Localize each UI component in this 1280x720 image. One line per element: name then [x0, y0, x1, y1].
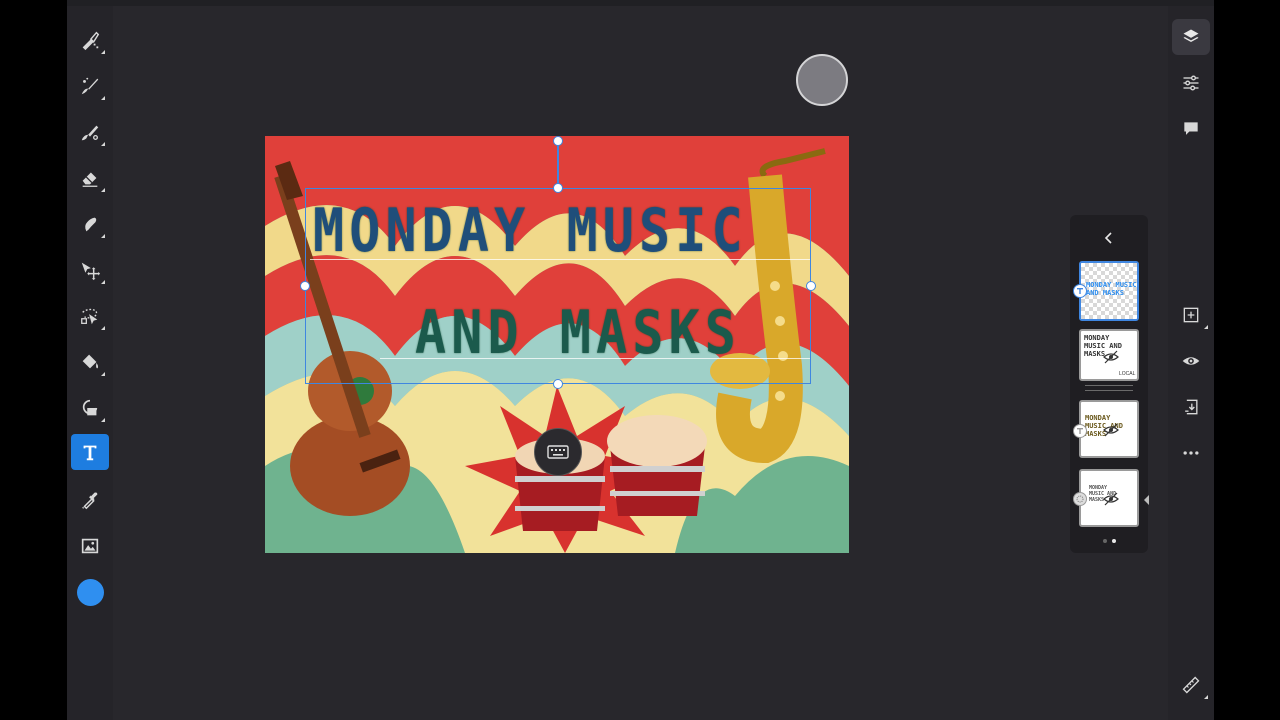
move-tool[interactable] — [71, 252, 109, 288]
eyedropper-icon — [82, 492, 98, 510]
eraser-icon — [82, 172, 98, 187]
live-brush-icon — [81, 77, 99, 95]
text-type-icon — [1077, 428, 1083, 434]
ruler-icon — [1182, 676, 1200, 694]
properties-icon — [1183, 75, 1199, 91]
merge-down-button[interactable] — [1172, 389, 1210, 425]
left-toolbar — [67, 6, 113, 720]
layer-thumbnail[interactable]: MONDAY MUSIC AND MASKS — [1079, 469, 1139, 527]
vector-brush-icon — [81, 125, 99, 141]
shape-tool[interactable] — [71, 390, 109, 426]
vector-brush-tool[interactable] — [71, 114, 109, 150]
keyboard-button[interactable] — [534, 428, 582, 476]
text-selection-box[interactable] — [305, 188, 811, 384]
resize-handle-bottom[interactable] — [553, 379, 563, 389]
pattern-icon — [1076, 495, 1084, 503]
pixel-brush-tool[interactable] — [71, 22, 109, 58]
page-dot[interactable] — [1103, 539, 1107, 543]
add-layer-icon — [1183, 307, 1199, 323]
eyedropper-tool[interactable] — [71, 482, 109, 518]
touch-indicator — [796, 54, 848, 106]
shape-icon — [82, 399, 98, 416]
page-dot-active[interactable] — [1112, 539, 1116, 543]
image-tool[interactable] — [71, 528, 109, 564]
hidden-eye-icon — [1103, 423, 1119, 437]
keyboard-icon — [547, 445, 569, 459]
layer-type-badge — [1073, 492, 1087, 506]
layers-icon — [1183, 29, 1199, 42]
text-type-icon — [1077, 288, 1083, 294]
layer-thumbnail[interactable]: MONDAY MUSIC AND MASKS — [1079, 400, 1139, 458]
resize-handle-right[interactable] — [806, 281, 816, 291]
visibility-button[interactable] — [1172, 343, 1210, 379]
rotation-stem — [557, 141, 559, 188]
layer-divider — [1085, 385, 1133, 386]
layers-button[interactable] — [1172, 19, 1210, 55]
text-layer-badge — [1073, 284, 1087, 298]
pixel-brush-icon — [82, 31, 100, 51]
layer-thumbnail[interactable]: MONDAY MUSIC AND MASKS LOCAL — [1079, 329, 1139, 381]
fill-icon — [82, 354, 99, 369]
layer-thumbnail[interactable]: MONDAY MUSIC AND MASKS — [1079, 261, 1139, 321]
page-indicator — [1103, 539, 1116, 543]
selection-icon — [81, 308, 98, 325]
layer-thumb-text: MONDAY MUSIC AND MASKS — [1086, 281, 1137, 297]
merge-down-icon — [1185, 399, 1198, 415]
properties-button[interactable] — [1172, 65, 1210, 101]
add-layer-button[interactable] — [1172, 297, 1210, 333]
current-color-swatch[interactable] — [77, 579, 104, 606]
text-icon — [83, 445, 97, 461]
layer-label: LOCAL — [1119, 371, 1136, 377]
image-icon — [81, 538, 99, 554]
collapse-panel-button[interactable] — [1098, 227, 1120, 249]
layer-divider — [1085, 390, 1133, 391]
panel-expand-arrow[interactable] — [1144, 495, 1149, 505]
top-bar — [67, 0, 1214, 6]
resize-handle-left[interactable] — [300, 281, 310, 291]
editor-screen: MONDAY MUSIC AND MASKS MONDAY MUSIC AND … — [67, 0, 1214, 720]
layers-panel: MONDAY MUSIC AND MASKS MONDAY MUSIC AND … — [1070, 215, 1149, 553]
resize-handle-top[interactable] — [553, 183, 563, 193]
visibility-icon — [1182, 357, 1200, 365]
chevron-left-icon — [1104, 232, 1112, 244]
comments-icon — [1184, 122, 1198, 135]
app-window: MONDAY MUSIC AND MASKS MONDAY MUSIC AND … — [0, 0, 1280, 720]
text-layer-badge — [1073, 424, 1087, 438]
more-options-button[interactable] — [1172, 435, 1210, 471]
more-icon — [1183, 451, 1199, 455]
hidden-eye-icon — [1103, 350, 1119, 364]
rotate-handle[interactable] — [553, 136, 563, 146]
smudge-icon — [85, 217, 97, 232]
artboard-canvas[interactable]: MONDAY MUSIC AND MASKS — [265, 136, 849, 553]
move-icon — [81, 262, 101, 281]
selection-tool[interactable] — [71, 298, 109, 334]
smudge-tool[interactable] — [71, 206, 109, 242]
comments-button[interactable] — [1172, 111, 1210, 147]
ruler-button[interactable] — [1172, 667, 1210, 703]
live-brush-tool[interactable] — [71, 68, 109, 104]
text-tool[interactable] — [71, 434, 109, 470]
eraser-tool[interactable] — [71, 160, 109, 196]
right-toolbar — [1168, 6, 1214, 720]
hidden-eye-icon — [1103, 492, 1119, 506]
fill-tool[interactable] — [71, 344, 109, 380]
